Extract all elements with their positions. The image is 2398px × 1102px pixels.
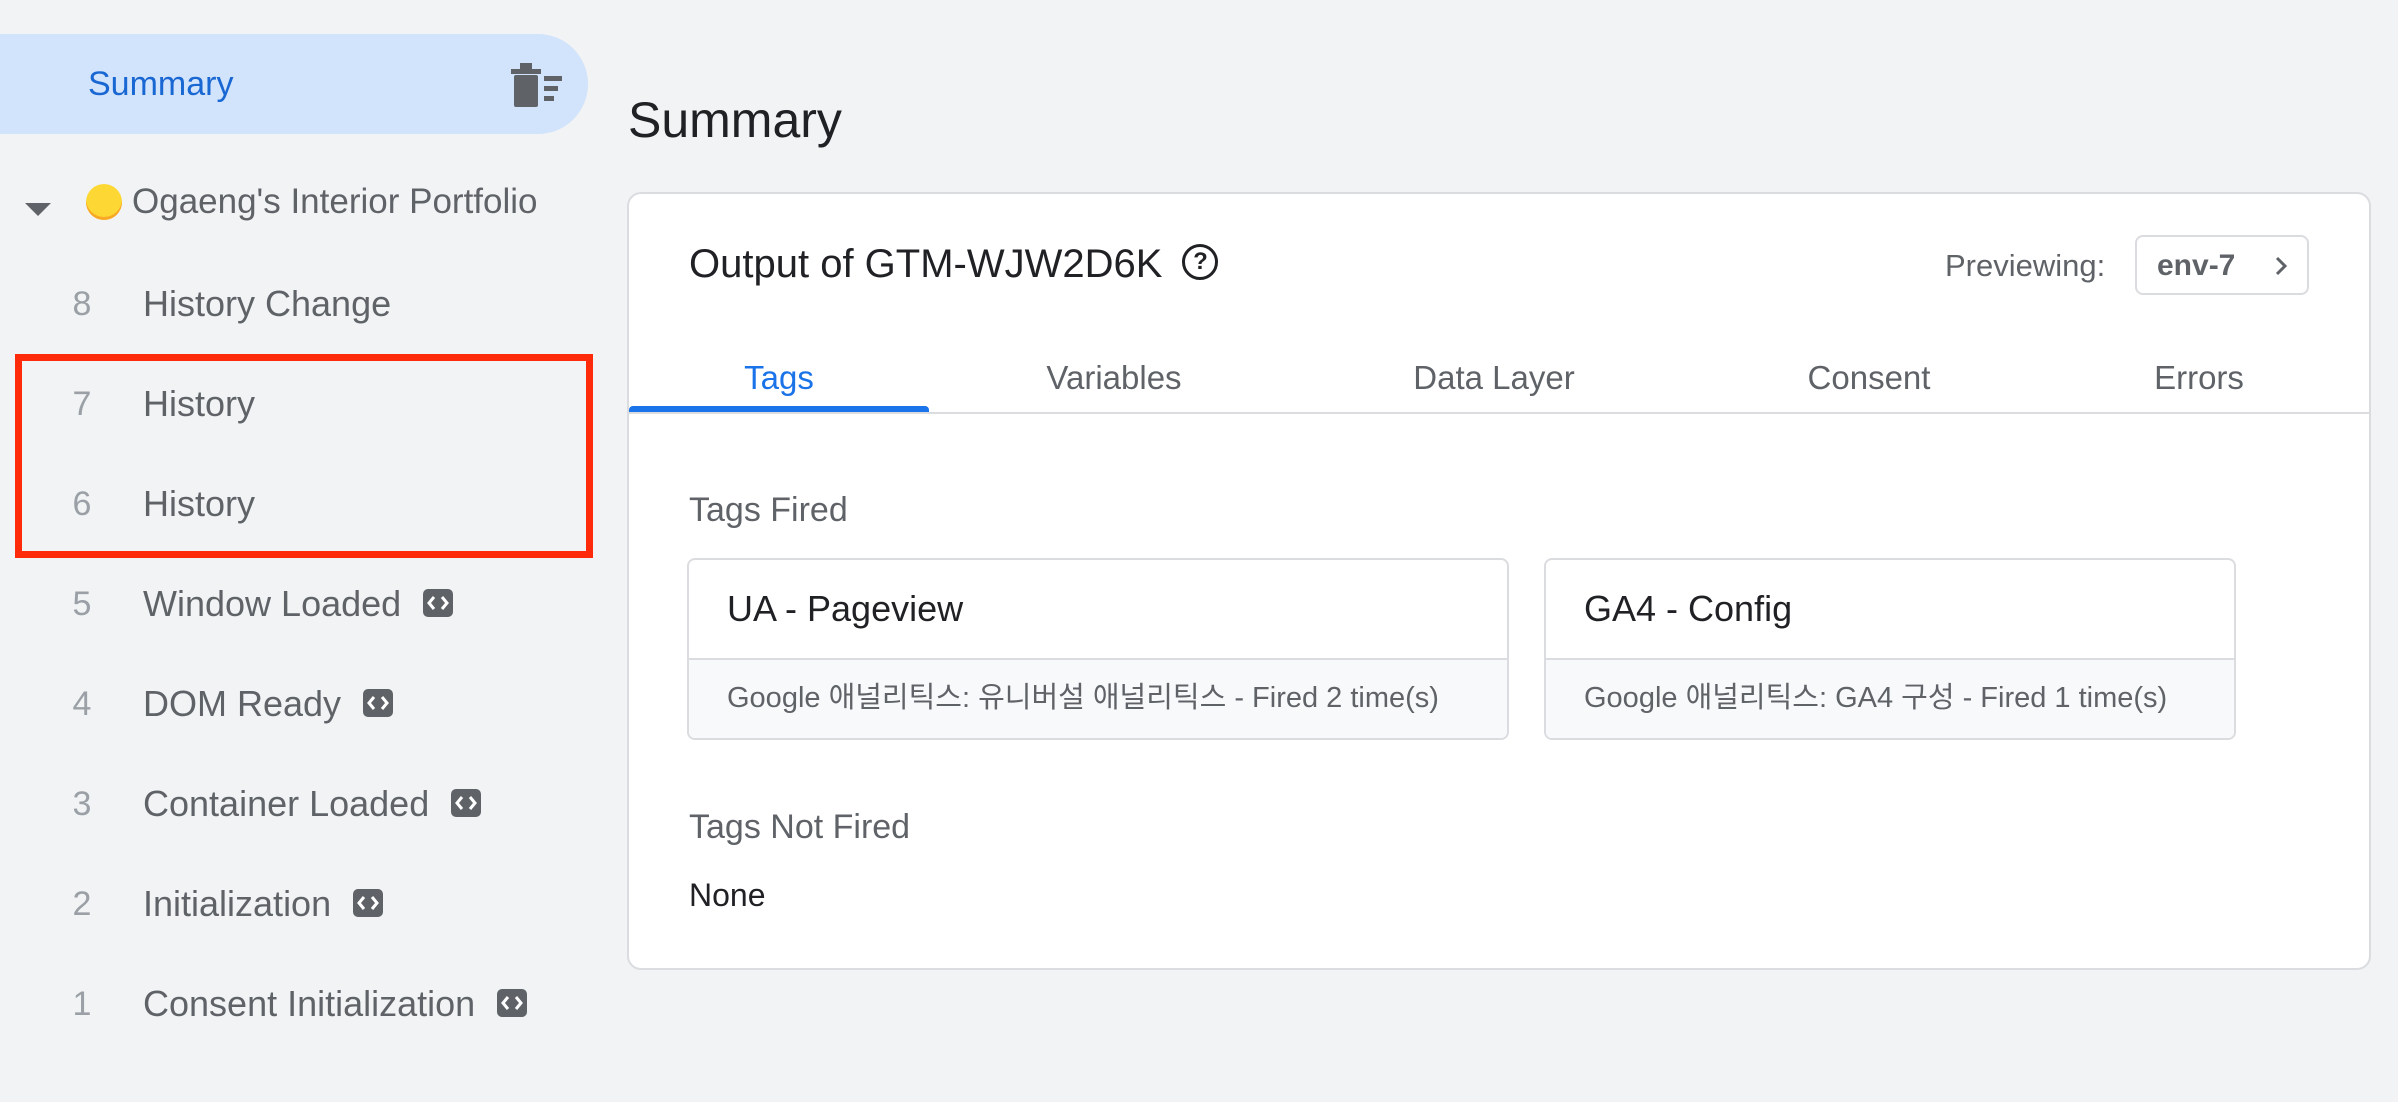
event-name: Consent Initialization xyxy=(143,982,528,1026)
tab-consent[interactable]: Consent xyxy=(1689,314,2049,410)
tag-detail: Google 애널리틱스: GA4 구성 - Fired 1 time(s) xyxy=(1584,682,2168,714)
caret-down-icon[interactable] xyxy=(25,203,51,216)
tag-detail: Google 애널리틱스: 유니버설 애널리틱스 - Fired 2 time(… xyxy=(727,682,1439,714)
tab-variables[interactable]: Variables xyxy=(929,314,1299,410)
event-item-4[interactable]: 4 DOM Ready xyxy=(0,664,600,744)
event-name: Initialization xyxy=(143,882,384,926)
tag-footer: Google 애널리틱스: 유니버설 애널리틱스 - Fired 2 time(… xyxy=(689,658,1507,738)
event-name: Window Loaded xyxy=(143,582,454,626)
container-name: Ogaeng's Interior Portfolio xyxy=(132,182,538,221)
code-icon xyxy=(497,989,528,1018)
sidebar: Summary Ogaeng's Interior Portfolio 8 Hi… xyxy=(0,0,600,1102)
tag-name: UA - Pageview xyxy=(727,588,964,629)
tab-bar: Tags Variables Data Layer Consent Errors xyxy=(629,314,2369,414)
tab-data-layer[interactable]: Data Layer xyxy=(1299,314,1689,410)
code-icon xyxy=(423,589,454,618)
code-icon xyxy=(363,689,394,718)
tags-not-fired-value: None xyxy=(689,877,766,913)
event-number: 8 xyxy=(72,285,92,323)
code-icon xyxy=(353,889,384,918)
sidebar-summary-item[interactable]: Summary xyxy=(0,34,588,134)
tag-name: GA4 - Config xyxy=(1584,588,1793,629)
tag-card-ga4-config[interactable]: GA4 - Config Google 애널리틱스: GA4 구성 - Fire… xyxy=(1544,558,2236,740)
container-row[interactable]: Ogaeng's Interior Portfolio xyxy=(0,170,600,240)
event-number: 5 xyxy=(72,585,92,623)
event-number: 2 xyxy=(72,885,92,923)
tab-tags[interactable]: Tags xyxy=(629,314,929,410)
event-number: 1 xyxy=(72,985,92,1023)
event-item-3[interactable]: 3 Container Loaded xyxy=(0,764,600,844)
environment-label: env-7 xyxy=(2157,249,2236,282)
tag-card-ua-pageview[interactable]: UA - Pageview Google 애널리틱스: 유니버설 애널리틱스 -… xyxy=(687,558,1509,740)
tags-not-fired-heading: Tags Not Fired xyxy=(689,808,911,846)
tags-fired-heading: Tags Fired xyxy=(689,491,848,529)
tag-footer: Google 애널리틱스: GA4 구성 - Fired 1 time(s) xyxy=(1546,658,2234,738)
sidebar-summary-label: Summary xyxy=(88,65,234,103)
event-item-2[interactable]: 2 Initialization xyxy=(0,864,600,944)
previewing-label: Previewing: xyxy=(1945,248,2106,283)
highlight-annotation-box xyxy=(15,354,593,558)
event-item-1[interactable]: 1 Consent Initialization xyxy=(0,964,600,1044)
event-name: History Change xyxy=(143,283,392,324)
delete-sweep-icon[interactable] xyxy=(508,60,566,110)
tab-errors[interactable]: Errors xyxy=(2049,314,2349,410)
help-icon[interactable]: ? xyxy=(1182,244,1219,281)
event-name: Container Loaded xyxy=(143,782,482,826)
event-item-5[interactable]: 5 Window Loaded xyxy=(0,564,600,644)
yellow-dot-icon xyxy=(86,184,122,220)
event-number: 3 xyxy=(72,785,92,823)
output-card: Output of GTM-WJW2D6K? Previewing: env-7… xyxy=(627,192,2371,970)
active-tab-indicator xyxy=(629,406,929,412)
event-number: 4 xyxy=(72,685,92,723)
event-name: DOM Ready xyxy=(143,682,394,726)
code-icon xyxy=(451,789,482,818)
page-title: Summary xyxy=(628,92,842,148)
chevron-right-icon xyxy=(2273,254,2289,283)
event-item-8[interactable]: 8 History Change xyxy=(0,264,600,344)
environment-chip[interactable]: env-7 xyxy=(2135,235,2309,295)
card-title: Output of GTM-WJW2D6K? xyxy=(689,239,1219,289)
